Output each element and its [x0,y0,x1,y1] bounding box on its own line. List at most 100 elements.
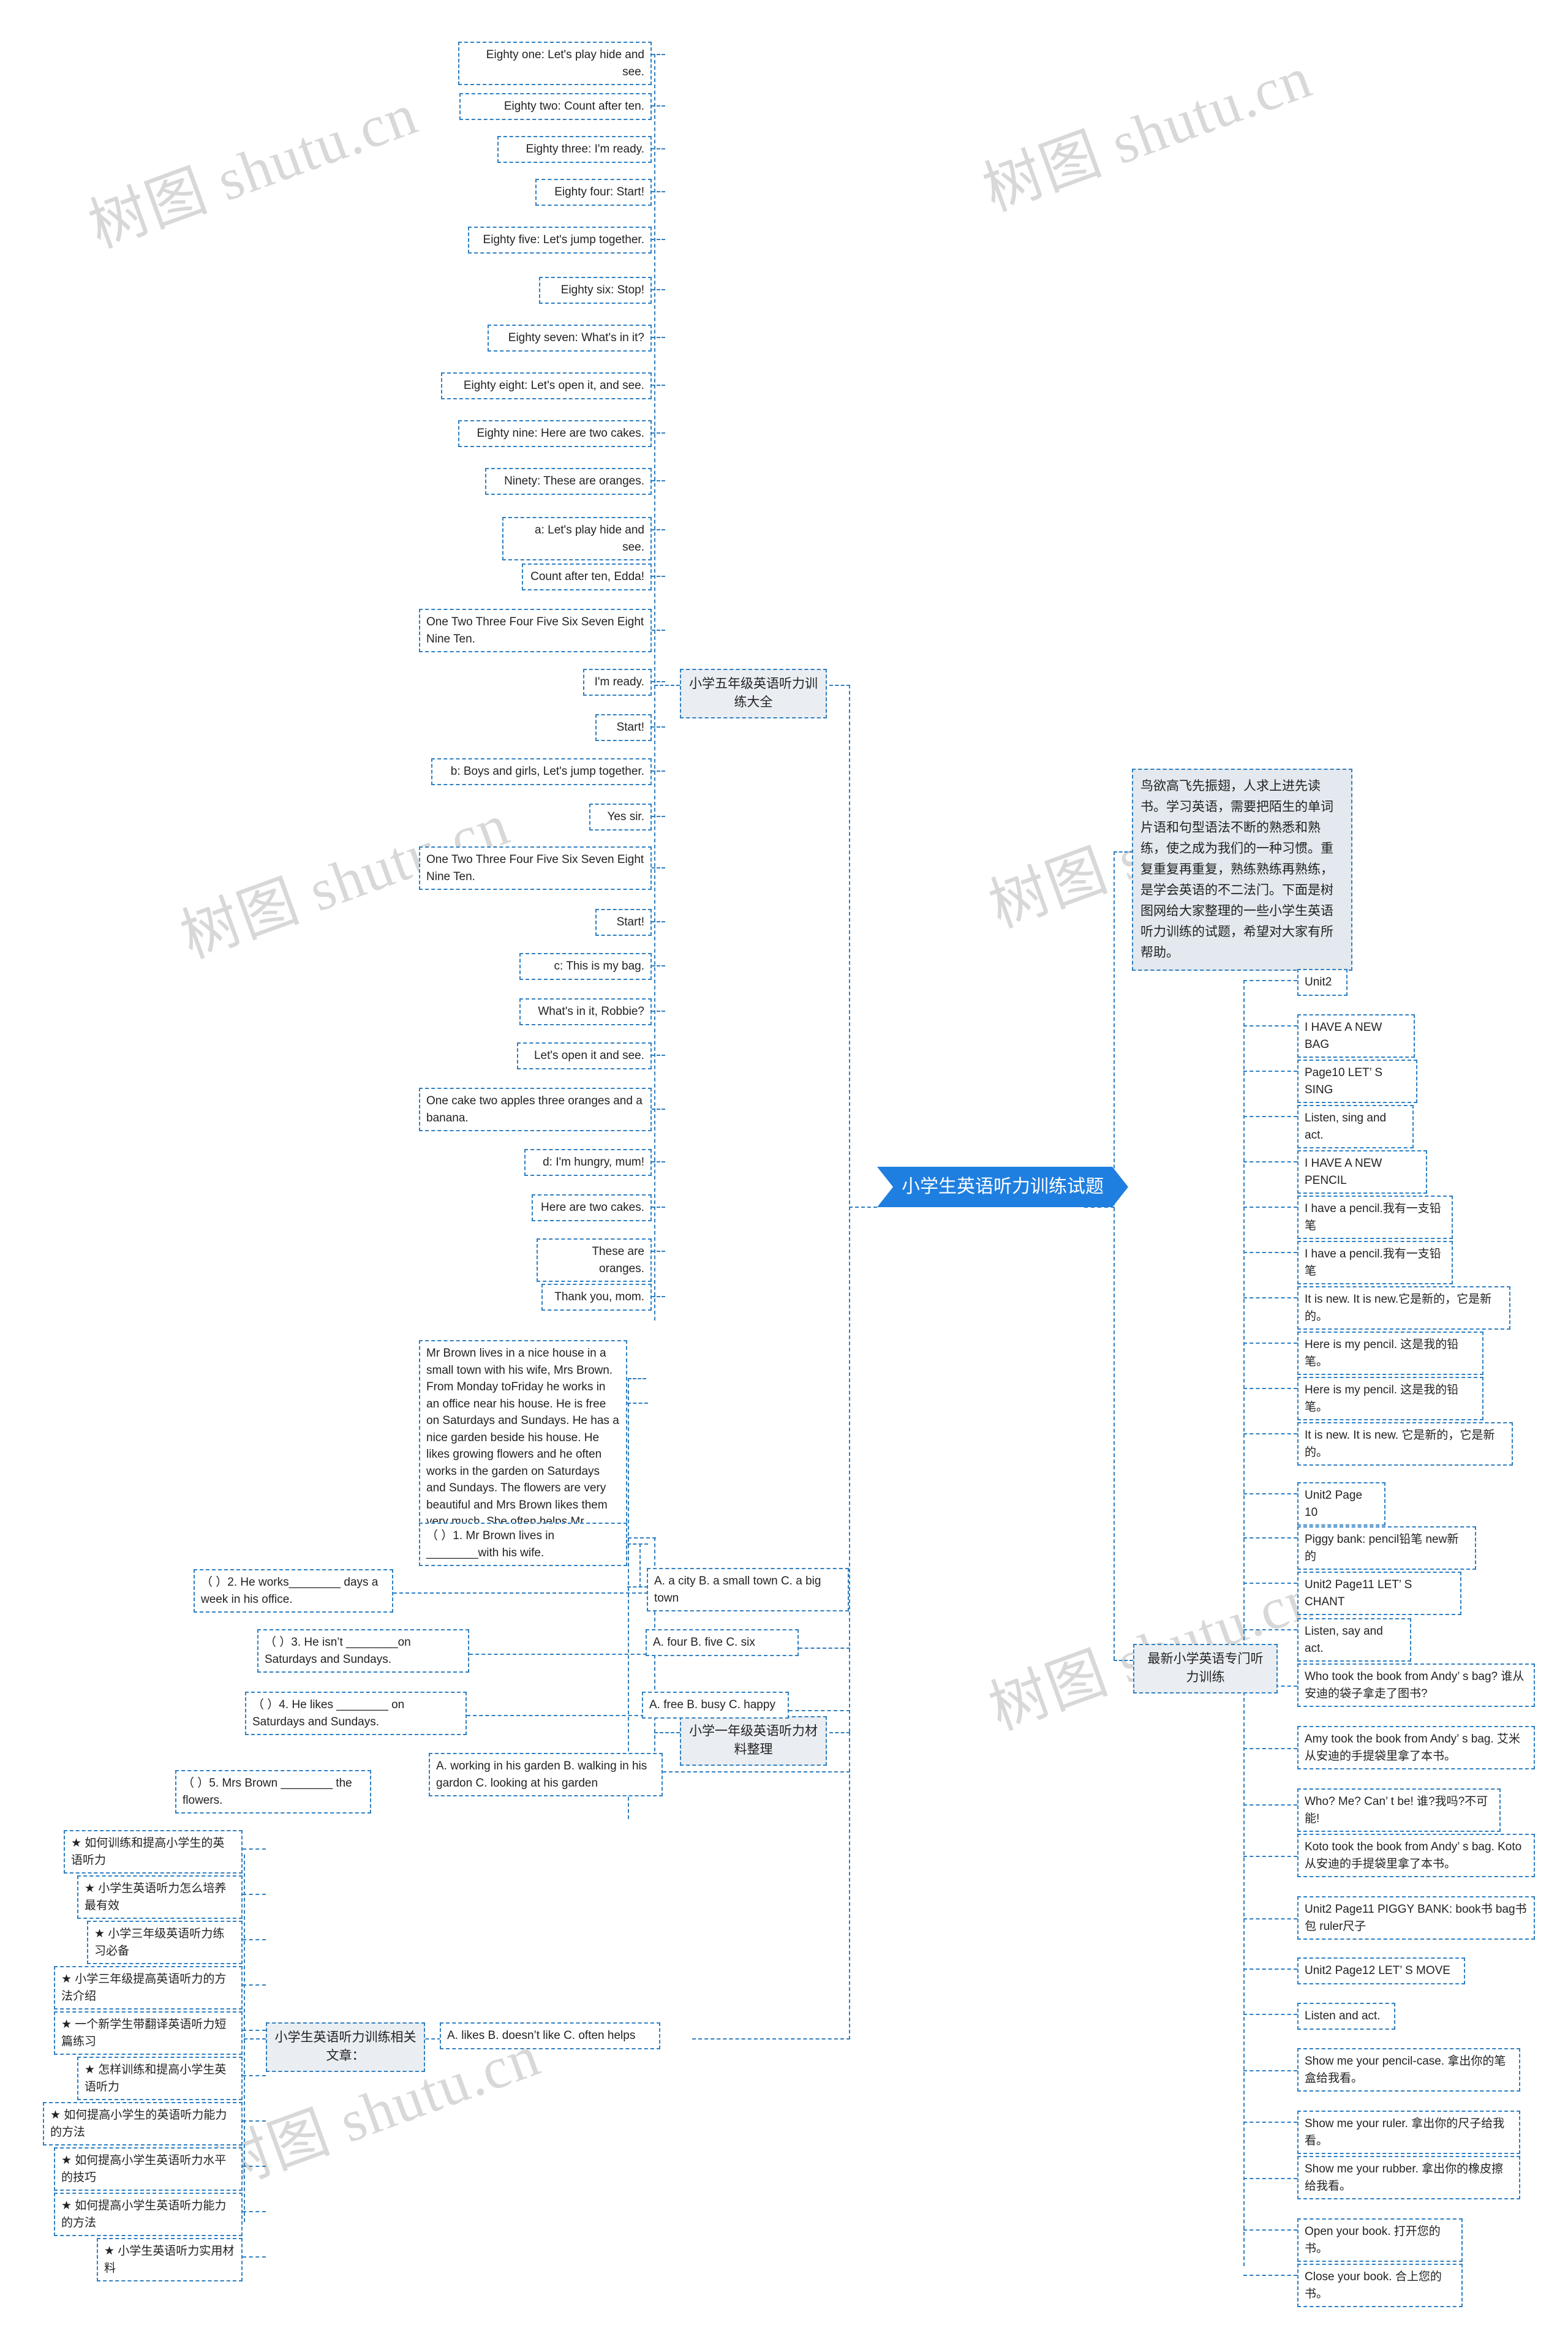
list-item[interactable]: Piggy bank: pencil铅笔 new新的 [1297,1526,1476,1570]
list-item-label: Unit2 Page11 PIGGY BANK: book书 bag书包 rul… [1305,1903,1527,1933]
list-item-label: d: I'm hungry, mum! [543,1156,644,1169]
list-item[interactable]: Unit2 [1297,969,1348,996]
list-item[interactable]: Show me your ruler. 拿出你的尺子给我看。 [1297,2111,1520,2155]
connector [654,54,655,1320]
question-item[interactable]: （ ）4. He likes ________ on Saturdays and… [245,1692,467,1736]
list-item[interactable]: Eighty one: Let's play hide and see. [458,42,652,86]
watermark: 树图 shutu.cn [974,43,1321,224]
branch-label-newest[interactable]: 最新小学英语专门听力训练 [1133,1644,1278,1693]
list-item[interactable]: Eighty six: Stop! [539,277,652,304]
list-item[interactable]: One Two Three Four Five Six Seven Eight … [419,609,652,653]
list-item[interactable]: b: Boys and girls, Let's jump together. [431,758,652,785]
list-item[interactable]: One Two Three Four Five Six Seven Eight … [419,846,652,891]
list-item[interactable]: ★ 一个新学生带翻译英语听力短篇练习 [54,2011,243,2055]
connector [652,1109,665,1110]
list-item[interactable]: ★ 小学三年级英语听力练习必备 [87,1921,243,1965]
list-item[interactable]: ★ 如何提高小学生英语听力能力的方法 [54,2193,243,2237]
summary-node[interactable]: 鸟欲高飞先振翅，人求上进先读书。学习英语，需要把陌生的单词片语和句型语法不断的熟… [1132,769,1352,971]
mindmap-canvas: 树图 shutu.cn 树图 shutu.cn 树图 shutu.cn 树图 s… [0,0,1568,2328]
list-item[interactable]: Listen, say and act. [1297,1618,1411,1662]
reading-passage[interactable]: Mr Brown lives in a nice house in a smal… [419,1340,627,1553]
list-item[interactable]: c: This is my bag. [519,953,652,980]
list-item[interactable]: Listen, sing and act. [1297,1105,1414,1149]
answer-options[interactable]: A. working in his garden B. walking in h… [429,1753,663,1797]
list-item[interactable]: Koto took the book from Andy’ s bag. Kot… [1297,1834,1535,1878]
list-item[interactable]: Eighty five: Let's jump together. [468,227,652,254]
list-item[interactable]: Open your book. 打开您的书。 [1297,2218,1463,2262]
list-item[interactable]: Close your book. 合上您的书。 [1297,2264,1463,2308]
list-item[interactable]: ★ 小学三年级提高英语听力的方法介绍 [54,1966,243,2010]
list-item[interactable]: Page10 LET’ S SING [1297,1060,1417,1104]
connector [1243,1629,1297,1630]
list-item[interactable]: Who took the book from Andy’ s bag? 谁从安迪… [1297,1663,1535,1708]
question-item[interactable]: （ ）3. He isn’t ________on Saturdays and … [257,1629,469,1673]
list-item[interactable]: These are oranges. [537,1238,652,1283]
branch-label-grade1[interactable]: 小学一年级英语听力材料整理 [680,1716,827,1766]
list-item[interactable]: Who? Me? Can’ t be! 谁?我吗?不可能! [1297,1788,1501,1833]
list-item[interactable]: One cake two apples three oranges and a … [419,1088,652,1132]
list-item[interactable]: d: I'm hungry, mum! [524,1149,652,1176]
list-item[interactable]: Eighty seven: What's in it? [488,325,652,352]
list-item[interactable]: Unit2 Page11 LET’ S CHANT [1297,1572,1461,1616]
list-item[interactable]: ★ 如何提高小学生的英语听力能力的方法 [43,2102,243,2146]
list-item[interactable]: Here is my pencil. 这是我的铅笔。 [1297,1377,1483,1421]
list-item[interactable]: ★ 如何训练和提高小学生的英语听力 [64,1830,243,1874]
list-item[interactable]: ★ 怎样训练和提高小学生英语听力 [77,2057,243,2101]
branch-label-articles[interactable]: 小学生英语听力训练相关文章： [266,2022,425,2072]
list-item[interactable]: It is new. It is new.它是新的，它是新的。 [1297,1286,1510,1330]
list-item[interactable]: What's in it, Robbie? [519,998,652,1025]
connector [652,816,665,817]
list-item[interactable]: Amy took the book from Andy’ s bag. 艾米从安… [1297,1726,1535,1770]
answer-options[interactable]: A. a city B. a small town C. a big town [647,1568,849,1612]
list-item-label: Show me your pencil-case. 拿出你的笔盒给我看。 [1305,2055,1506,2085]
list-item[interactable]: I HAVE A NEW PENCIL [1297,1150,1427,1194]
list-item[interactable]: Ninety: These are oranges. [485,468,652,495]
list-item[interactable]: I HAVE A NEW BAG [1297,1014,1415,1058]
list-item[interactable]: I have a pencil.我有一支铅笔 [1297,1241,1453,1285]
list-item[interactable]: It is new. It is new. 它是新的，它是新的。 [1297,1422,1513,1466]
branch-label-grade5[interactable]: 小学五年级英语听力训练大全 [680,669,827,718]
list-item[interactable]: Listen and act. [1297,2003,1395,2030]
list-item[interactable]: Show me your pencil-case. 拿出你的笔盒给我看。 [1297,2048,1520,2092]
root-node-label: 小学生英语听力训练试题 [902,1177,1104,1197]
list-item[interactable]: Unit2 Page12 LET’ S MOVE [1297,1957,1465,1984]
list-item[interactable]: I'm ready. [583,669,652,696]
list-item[interactable]: ★ 小学生英语听力怎么培养最有效 [77,1875,243,1919]
root-node[interactable]: 小学生英语听力训练试题 [877,1167,1128,1207]
list-item[interactable]: Eighty nine: Here are two cakes. [458,420,652,447]
question-item[interactable]: （ ）1. Mr Brown lives in ________with his… [419,1523,627,1567]
connector [652,191,665,192]
list-item[interactable]: Eighty two: Count after ten. [459,93,652,120]
list-item[interactable]: ★ 如何提高小学生英语听力水平的技巧 [54,2147,243,2191]
list-item[interactable]: I have a pencil.我有一支铅笔 [1297,1196,1453,1240]
question-text: （ ）3. He isn’t ________on Saturdays and … [265,1636,411,1666]
list-item[interactable]: Unit2 Page11 PIGGY BANK: book书 bag书包 rul… [1297,1896,1535,1940]
summary-text: 鸟欲高飞先振翅，人求上进先读书。学习英语，需要把陌生的单词片语和句型语法不断的熟… [1140,779,1333,960]
question-item[interactable]: （ ）2. He works________ days a week in hi… [194,1569,393,1613]
list-item[interactable]: Here is my pencil. 这是我的铅笔。 [1297,1332,1483,1376]
list-item-label: Who took the book from Andy’ s bag? 谁从安迪… [1305,1670,1525,1700]
answer-options[interactable]: A. four B. five C. six [646,1629,799,1656]
list-item[interactable]: a: Let's play hide and see. [502,517,652,561]
answer-options[interactable]: A. free B. busy C. happy [642,1692,789,1719]
list-item[interactable]: Yes sir. [589,804,652,831]
connector [652,289,665,290]
list-item-label: These are oranges. [592,1245,644,1275]
list-item-label: ★ 如何提高小学生英语听力水平的技巧 [61,2154,227,2184]
list-item[interactable]: Eighty three: I'm ready. [497,136,652,163]
question-item[interactable]: （ ）5. Mrs Brown ________ the flowers. [175,1770,371,1814]
list-item[interactable]: ★ 小学生英语听力实用材料 [97,2238,243,2282]
answer-options[interactable]: A. likes B. doesn’t like C. often helps [440,2022,660,2049]
list-item[interactable]: Show me your rubber. 拿出你的橡皮擦给我看。 [1297,2156,1520,2200]
list-item-label: I HAVE A NEW PENCIL [1305,1157,1382,1187]
list-item[interactable]: Let's open it and see. [517,1042,652,1069]
list-item[interactable]: Start! [595,714,652,741]
list-item[interactable]: Thank you, mom. [541,1284,652,1311]
list-item[interactable]: Eighty four: Start! [535,179,652,206]
list-item[interactable]: Unit2 Page 10 [1297,1482,1385,1526]
list-item[interactable]: Here are two cakes. [532,1194,652,1221]
list-item[interactable]: Count after ten, Edda! [522,563,652,590]
connector [467,1715,644,1716]
list-item[interactable]: Eighty eight: Let's open it, and see. [441,372,652,399]
list-item[interactable]: Start! [595,909,652,936]
